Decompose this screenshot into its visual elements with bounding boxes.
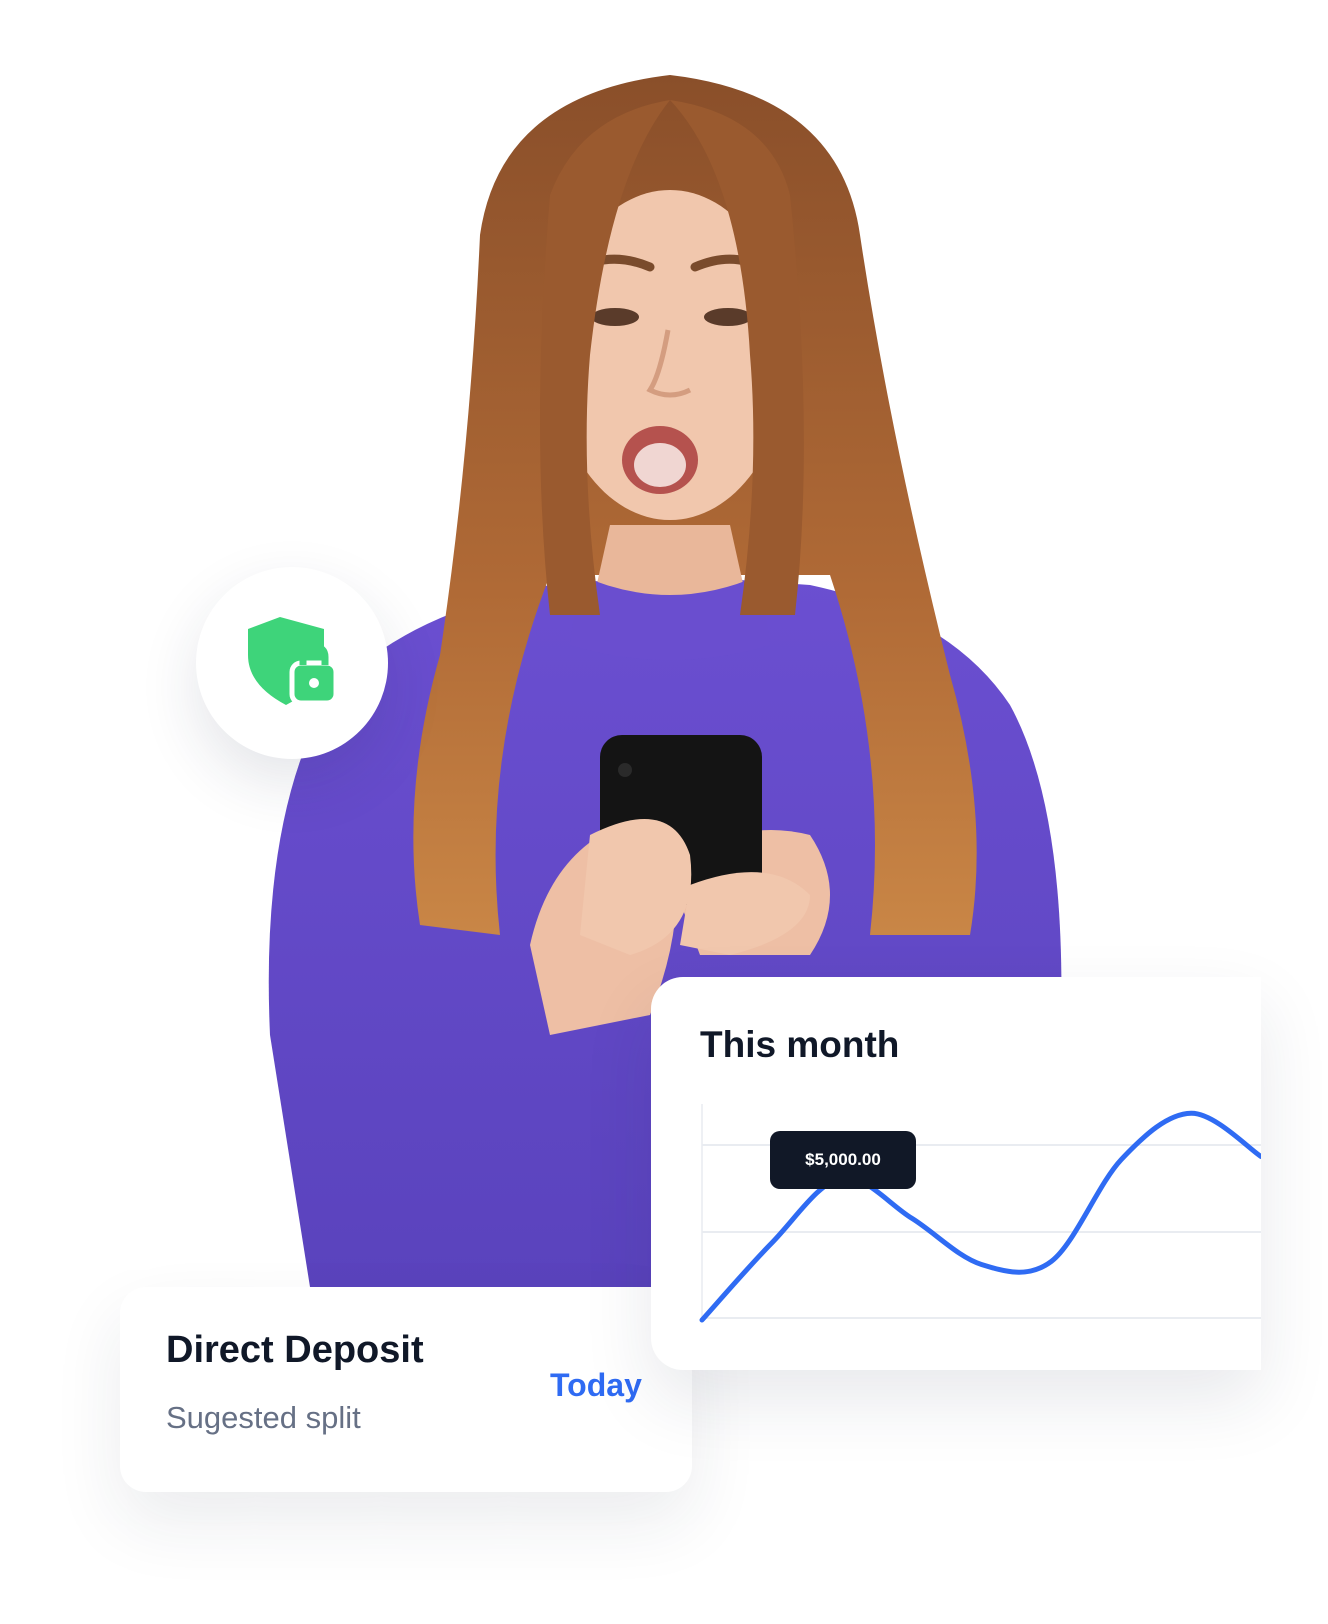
deposit-subtitle: Sugested split (166, 1400, 361, 1435)
direct-deposit-card[interactable]: Direct Deposit Sugested split Today (120, 1287, 692, 1492)
value-tooltip: $5,000.00 (770, 1131, 916, 1189)
shield-lock-icon (248, 617, 339, 706)
this-month-card: This month $5,000.00 (651, 977, 1261, 1370)
month-line-chart (699, 1104, 1261, 1323)
deposit-date-label: Today (550, 1367, 642, 1403)
security-badge (196, 567, 388, 759)
deposit-title: Direct Deposit (166, 1329, 424, 1371)
